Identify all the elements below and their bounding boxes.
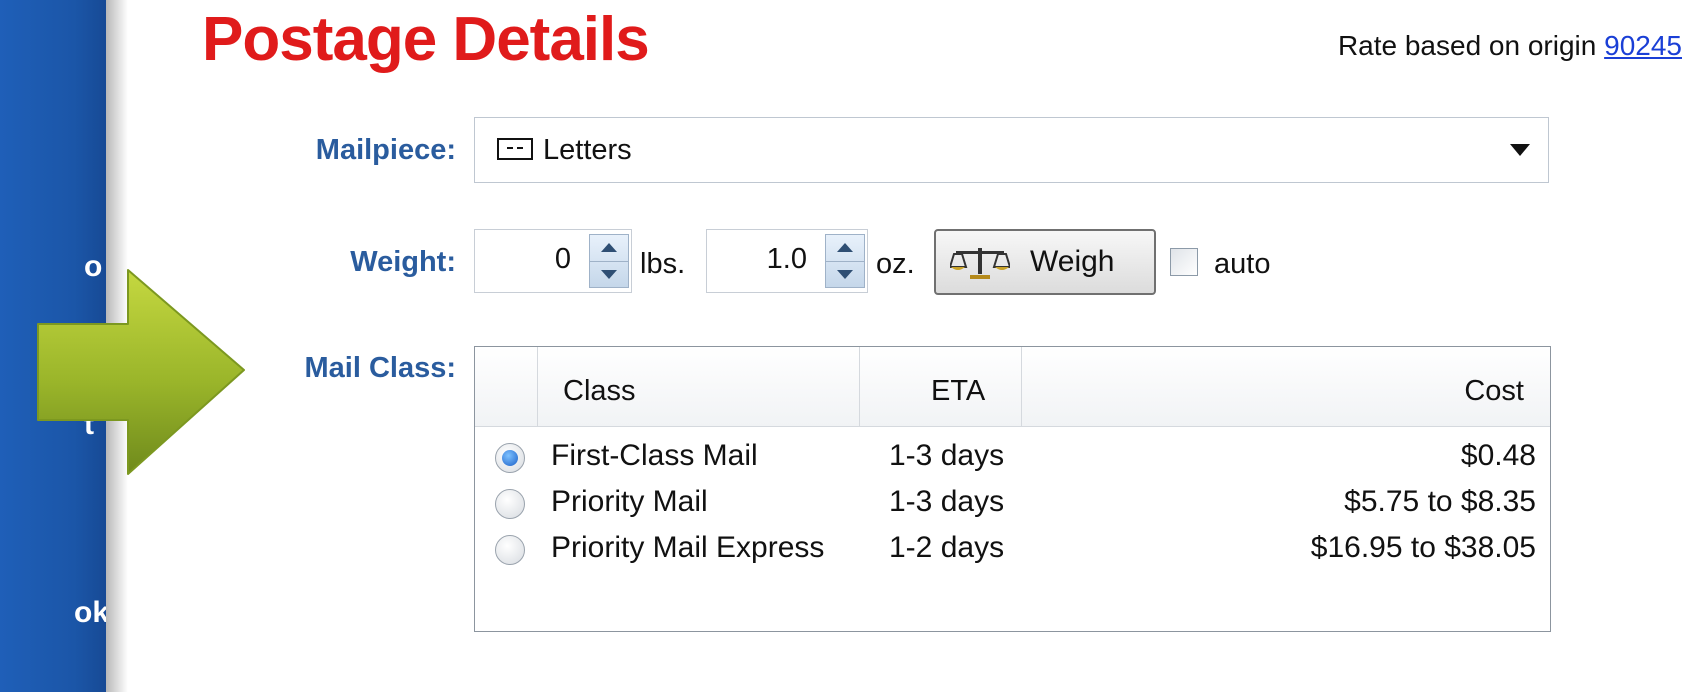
column-header-eta[interactable]: ETA bbox=[931, 375, 985, 408]
oz-spin-buttons[interactable] bbox=[825, 234, 865, 288]
auto-checkbox-label[interactable]: auto bbox=[1214, 248, 1270, 281]
row-class: Priority Mail bbox=[551, 485, 708, 518]
column-header-cost[interactable]: Cost bbox=[1464, 375, 1524, 408]
decrement-icon[interactable] bbox=[837, 270, 853, 279]
mail-class-radio[interactable] bbox=[495, 443, 525, 473]
table-row[interactable]: First-Class Mail 1-3 days $0.48 bbox=[475, 435, 1550, 481]
lbs-value[interactable]: 0 bbox=[555, 243, 571, 276]
row-cost: $0.48 bbox=[1460, 439, 1536, 472]
chevron-down-icon[interactable] bbox=[1510, 144, 1530, 156]
table-row[interactable]: Priority Mail 1-3 days $5.75 to $8.35 bbox=[475, 481, 1550, 527]
weight-label: Weight: bbox=[350, 246, 456, 278]
weigh-button[interactable]: Weigh bbox=[934, 229, 1156, 295]
scale-icon bbox=[950, 248, 1010, 279]
lbs-stepper[interactable]: 0 bbox=[474, 229, 632, 293]
oz-unit: oz. bbox=[876, 248, 915, 280]
row-eta: 1-2 days bbox=[889, 531, 1005, 564]
envelope-icon bbox=[497, 138, 533, 160]
mail-class-table: Class ETA Cost First-Class Mail 1-3 days… bbox=[474, 346, 1551, 632]
row-eta: 1-3 days bbox=[889, 485, 1005, 518]
origin-text: Rate based on origin bbox=[1337, 30, 1597, 61]
increment-icon[interactable] bbox=[837, 243, 853, 252]
row-class: First-Class Mail bbox=[551, 439, 758, 472]
origin-info: Rate based on origin 90245 bbox=[1338, 30, 1682, 62]
mailpiece-select[interactable]: Letters bbox=[474, 117, 1549, 183]
lbs-unit: lbs. bbox=[640, 248, 686, 280]
mail-class-label: Mail Class: bbox=[304, 352, 457, 384]
row-cost: $16.95 to $38.05 bbox=[1310, 531, 1536, 564]
oz-value[interactable]: 1.0 bbox=[767, 243, 807, 276]
auto-checkbox[interactable] bbox=[1170, 248, 1198, 276]
weigh-button-label: Weigh bbox=[1030, 245, 1115, 278]
mailpiece-label: Mailpiece: bbox=[315, 134, 456, 166]
mail-class-radio[interactable] bbox=[495, 489, 525, 519]
lbs-spin-buttons[interactable] bbox=[589, 234, 629, 288]
origin-zip-link[interactable]: 90245 bbox=[1604, 30, 1682, 61]
row-class: Priority Mail Express bbox=[551, 531, 825, 564]
decrement-icon[interactable] bbox=[601, 270, 617, 279]
mail-class-radio[interactable] bbox=[495, 535, 525, 565]
table-row[interactable]: Priority Mail Express 1-2 days $16.95 to… bbox=[475, 527, 1550, 573]
sidebar-item-fragment[interactable]: ok bbox=[74, 596, 109, 630]
arrow-callout-icon bbox=[37, 269, 245, 475]
table-header: Class ETA Cost bbox=[475, 347, 1550, 427]
column-header-class[interactable]: Class bbox=[563, 375, 636, 408]
increment-icon[interactable] bbox=[601, 243, 617, 252]
row-eta: 1-3 days bbox=[889, 439, 1005, 472]
mailpiece-value: Letters bbox=[543, 134, 632, 166]
page-title: Postage Details bbox=[202, 5, 650, 74]
oz-stepper[interactable]: 1.0 bbox=[706, 229, 868, 293]
row-cost: $5.75 to $8.35 bbox=[1344, 485, 1536, 518]
